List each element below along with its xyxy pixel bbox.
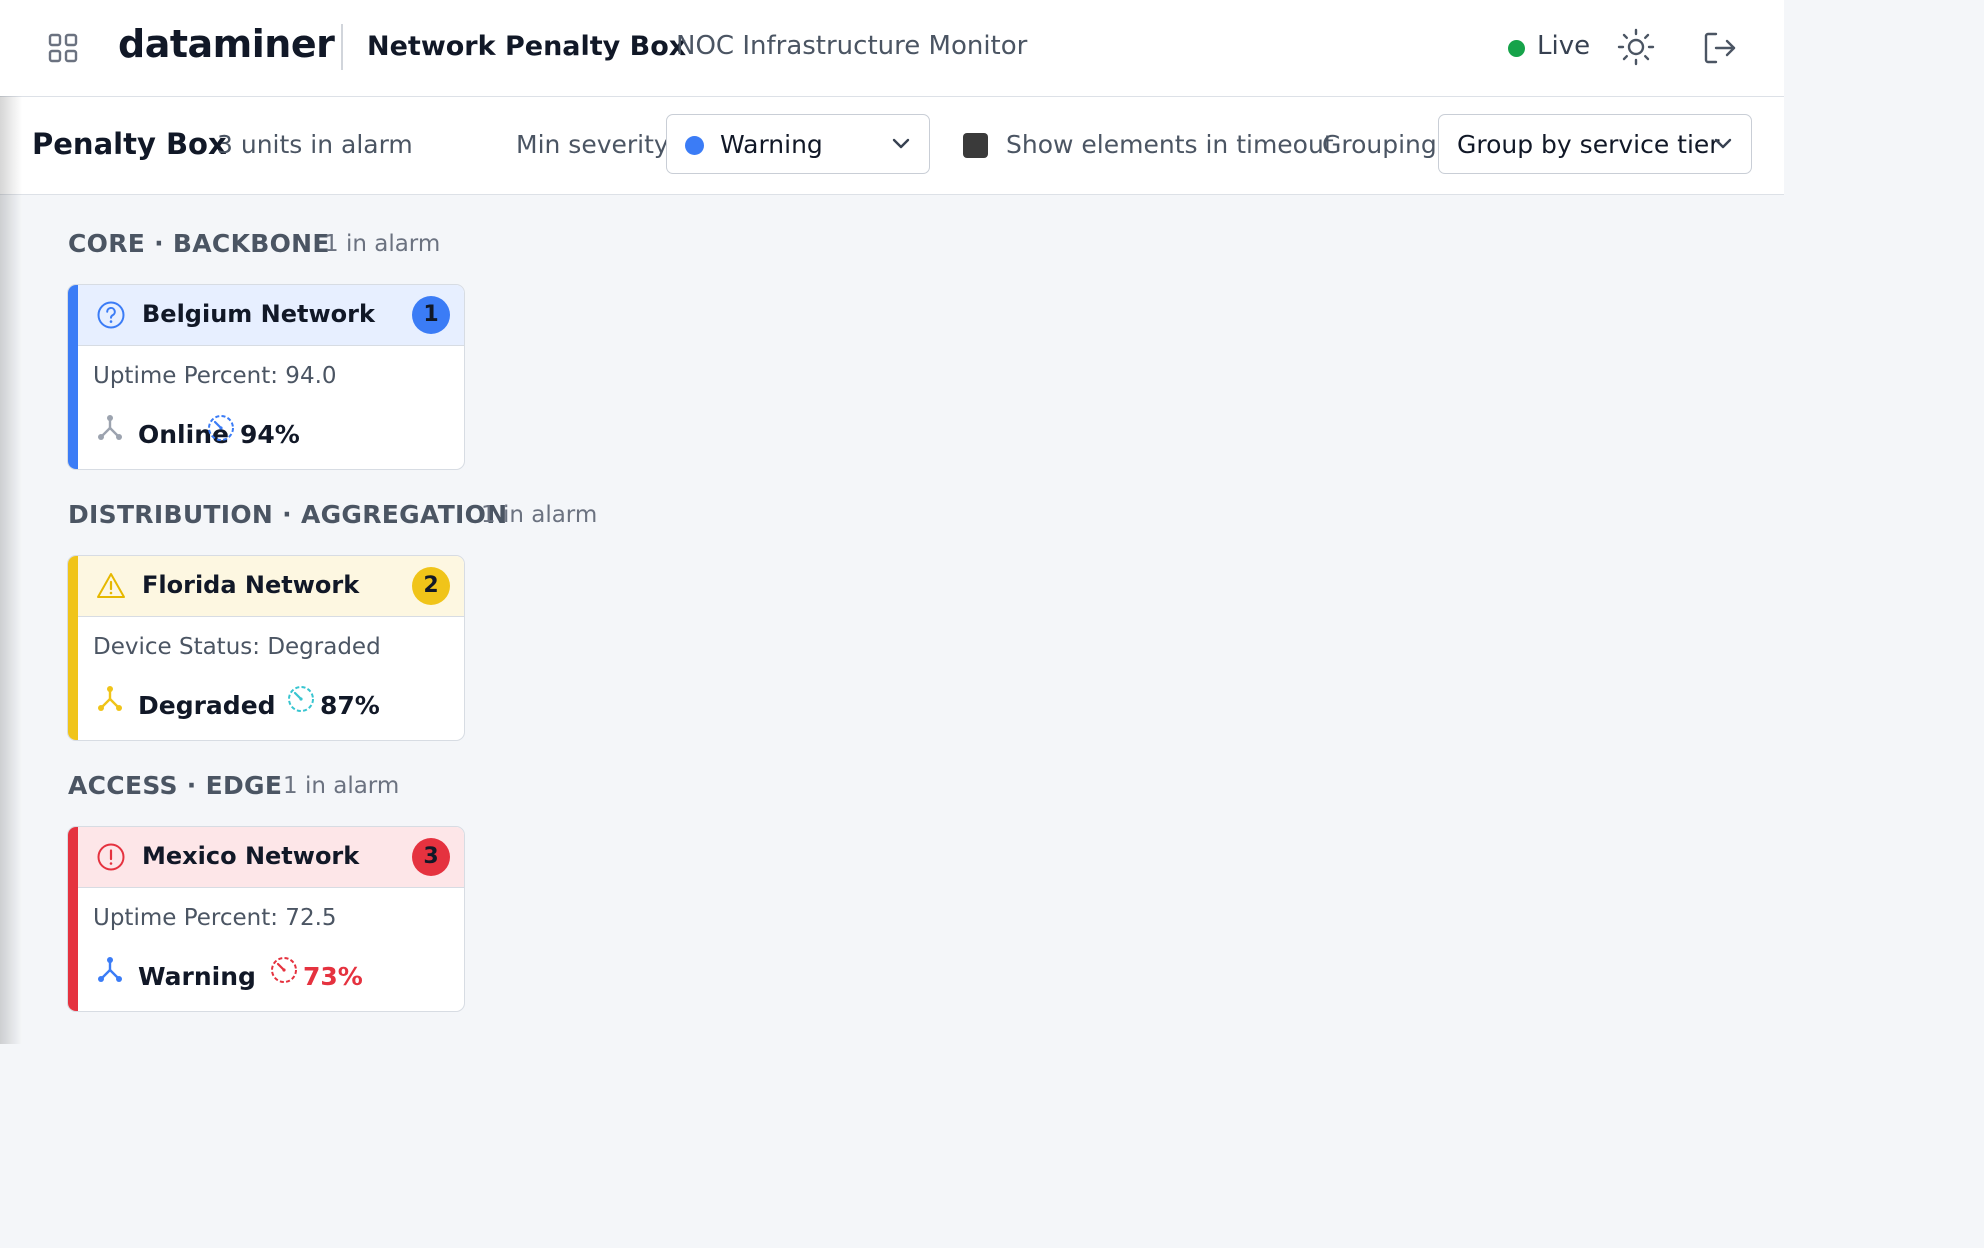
- network-node-icon: [98, 957, 122, 982]
- app-title: Network Penalty Box: [367, 31, 687, 62]
- side-shadow: [0, 96, 22, 1044]
- timeout-checkbox-label[interactable]: Show elements in timeout: [1006, 130, 1334, 159]
- group-title: DISTRIBUTION · AGGREGATION: [68, 500, 508, 529]
- filter-toolbar: Penalty Box 3 units in alarm Min severit…: [0, 97, 1784, 195]
- group-title: ACCESS · EDGE: [68, 771, 283, 800]
- severity-dot: [685, 136, 704, 155]
- app-window: dataminer Network Penalty Box NOC Infras…: [0, 0, 1784, 1044]
- alarm-parameter: Uptime Percent: 72.5: [93, 905, 337, 931]
- severity-badge: 1: [412, 296, 450, 334]
- question-circle-icon: [97, 301, 125, 329]
- group-alarm-count: 1 in alarm: [481, 502, 598, 528]
- alarm-count: 3 units in alarm: [217, 130, 413, 159]
- group-alarm-count: 1 in alarm: [324, 231, 441, 257]
- min-severity-label: Min severity: [516, 130, 669, 159]
- alarm-parameter: Uptime Percent: 94.0: [93, 363, 337, 389]
- chevron-down-icon: [1714, 138, 1732, 149]
- uptime-value: 73%: [303, 962, 363, 991]
- uptime-gauge-icon: [271, 957, 297, 983]
- page-title: Penalty Box: [32, 127, 227, 161]
- brand-divider: [341, 24, 343, 70]
- min-severity-value: Warning: [720, 130, 823, 159]
- card-header: Mexico Network 3: [78, 827, 464, 888]
- alarm-parameter: Device Status: Degraded: [93, 634, 381, 660]
- live-label: Live: [1537, 31, 1591, 61]
- card-header: Florida Network 2: [78, 556, 464, 617]
- group-alarm-count: 1 in alarm: [283, 773, 400, 799]
- logout-icon[interactable]: [1702, 30, 1738, 66]
- element-card-mexico[interactable]: Mexico Network 3 Uptime Percent: 72.5 Wa…: [67, 826, 465, 1012]
- severity-badge: 2: [412, 567, 450, 605]
- element-name: Belgium Network: [142, 300, 375, 328]
- network-node-icon: [98, 686, 122, 711]
- severity-accent-bar: [68, 556, 78, 740]
- element-state: Degraded: [138, 691, 276, 720]
- grouping-select[interactable]: Group by service tier: [1438, 114, 1752, 174]
- uptime-value: 87%: [320, 691, 380, 720]
- grouping-label: Grouping: [1322, 130, 1437, 159]
- grouping-value: Group by service tier: [1457, 130, 1720, 159]
- severity-badge: 3: [412, 838, 450, 876]
- sun-icon[interactable]: [1617, 28, 1655, 66]
- top-bar: dataminer Network Penalty Box NOC Infras…: [0, 0, 1784, 97]
- group-title: CORE · BACKBONE: [68, 229, 330, 258]
- card-header: Belgium Network 1: [78, 285, 464, 346]
- uptime-value: 94%: [240, 420, 300, 449]
- element-name: Florida Network: [142, 571, 360, 599]
- uptime-gauge-icon: [288, 686, 314, 712]
- uptime-gauge-icon: [208, 415, 234, 441]
- warning-triangle-icon: [97, 573, 125, 598]
- element-card-belgium[interactable]: Belgium Network 1 Uptime Percent: 94.0 O…: [67, 284, 465, 470]
- severity-accent-bar: [68, 285, 78, 469]
- brand-logo: dataminer: [118, 22, 335, 66]
- element-name: Mexico Network: [142, 842, 360, 870]
- timeout-checkbox[interactable]: [963, 133, 988, 158]
- exclamation-circle-icon: [97, 843, 125, 871]
- app-grid-icon[interactable]: [48, 33, 78, 63]
- network-node-icon: [98, 415, 122, 440]
- live-indicator-dot: [1508, 40, 1525, 57]
- element-card-florida[interactable]: Florida Network 2 Device Status: Degrade…: [67, 555, 465, 741]
- app-subtitle: NOC Infrastructure Monitor: [676, 31, 1028, 61]
- min-severity-select[interactable]: Warning: [666, 114, 930, 174]
- chevron-down-icon: [892, 138, 910, 149]
- element-state: Warning: [138, 962, 256, 991]
- severity-accent-bar: [68, 827, 78, 1011]
